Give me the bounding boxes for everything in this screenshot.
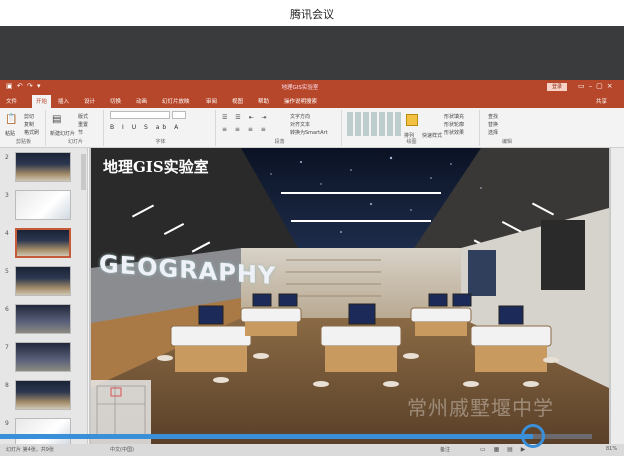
align-text-button[interactable]: 对齐文本 — [290, 121, 310, 128]
shape-effects-button[interactable]: 形状效果 — [444, 129, 464, 136]
shared-screen-powerpoint: ▣ ↶ ↷ ▾ 地理GIS实验室 登录 ▭–▢× 共享 文件 开始 插入 设计 切换 动画… — [0, 80, 624, 456]
current-slide[interactable]: GEOGRAPHY 地理GIS实验室 常州戚墅堰中学 — [91, 148, 609, 444]
tab-1[interactable]: 开始 — [32, 95, 52, 108]
font-size-input[interactable] — [172, 111, 186, 119]
notes-button[interactable]: 备注 — [440, 446, 450, 453]
playback-progress-fill — [0, 434, 533, 439]
slide-thumbnail[interactable] — [15, 266, 71, 296]
slide-thumbnail[interactable] — [15, 228, 71, 258]
slide-title[interactable]: 地理GIS实验室 — [103, 156, 209, 177]
shape-outline-button[interactable]: 形状轮廓 — [444, 121, 464, 128]
font-label: 字体 — [155, 139, 166, 145]
tab-2[interactable]: 插入 — [58, 97, 69, 105]
new-slide-button[interactable]: 新建幻灯片 — [50, 130, 75, 137]
slide-thumbnail[interactable] — [15, 380, 71, 410]
shapes-gallery[interactable] — [347, 112, 403, 136]
tencent-meeting-header: 腾讯会议 — [0, 0, 624, 26]
list-buttons[interactable]: ☰ ☰ ⇤ ⇥ — [222, 114, 270, 121]
find-button[interactable]: 查找 — [488, 113, 498, 120]
smartart-button[interactable]: 转换为SmartArt — [290, 129, 328, 136]
meeting-title: 腾讯会议 — [290, 8, 334, 21]
thumbnail-number: 2 — [5, 154, 9, 161]
drawing-label: 绘图 — [406, 139, 417, 145]
paragraph-label: 段落 — [274, 139, 285, 145]
clipboard-group: 📋 粘贴 剪切 复制 格式刷 剪贴板 — [2, 110, 46, 146]
editing-group: 查找 替换 选择 编辑 — [482, 110, 532, 146]
clipboard-label: 剪贴板 — [15, 139, 31, 145]
slides-label: 幻灯片 — [67, 139, 83, 145]
slide-thumbnail[interactable] — [15, 152, 71, 182]
thumbnail-number: 8 — [5, 382, 9, 389]
format-painter-button[interactable]: 格式刷 — [24, 129, 39, 136]
copy-button[interactable]: 复制 — [24, 121, 34, 128]
share-button[interactable]: 共享 — [596, 97, 607, 105]
thumbnail-number: 4 — [5, 230, 9, 237]
slide-watermark: 常州戚墅堰中学 — [407, 396, 554, 420]
quick-access-toolbar[interactable]: ▣ ↶ ↷ ▾ — [6, 82, 42, 90]
tab-4[interactable]: 切换 — [110, 97, 121, 105]
font-format-buttons[interactable]: B I U S ab A — [110, 124, 181, 131]
thumbnail-number: 9 — [5, 420, 9, 427]
slide-editing-area: GEOGRAPHY 地理GIS实验室 常州戚墅堰中学 — [89, 148, 624, 444]
playback-progress-knob[interactable] — [521, 424, 545, 448]
new-slide-icon[interactable]: ▤ — [52, 114, 61, 125]
tab-7[interactable]: 审阅 — [206, 97, 217, 105]
slide-thumbnail[interactable] — [15, 342, 71, 372]
ribbon-tabs: 共享 文件 开始 插入 设计 切换 动画 幻灯片放映 审阅 视图 帮助 操作说明搜索 — [0, 94, 624, 108]
tab-6[interactable]: 幻灯片放映 — [162, 97, 190, 105]
replace-button[interactable]: 替换 — [488, 121, 498, 128]
zoom-level[interactable]: 81% — [606, 446, 617, 452]
slide-vertical-scrollbar[interactable] — [611, 148, 624, 444]
reset-button[interactable]: 重置 — [78, 121, 88, 128]
slide-thumbnail[interactable] — [15, 304, 71, 334]
tab-10[interactable]: 操作说明搜索 — [284, 97, 317, 105]
slide-count-status: 幻灯片 第4张，共9张 — [6, 447, 54, 453]
paste-button[interactable]: 粘贴 — [5, 130, 15, 137]
tab-3[interactable]: 设计 — [84, 97, 95, 105]
thumbnail-number: 5 — [5, 268, 9, 275]
editing-label: 编辑 — [501, 139, 512, 145]
shape-fill-button[interactable]: 形状填充 — [444, 113, 464, 120]
ppt-titlebar: ▣ ↶ ↷ ▾ 地理GIS实验室 登录 ▭–▢× — [0, 80, 624, 94]
font-name-input[interactable] — [110, 111, 170, 119]
thumbnail-number: 7 — [5, 344, 9, 351]
text-direction-button[interactable]: 文字方向 — [290, 113, 310, 120]
layout-button[interactable]: 版式 — [78, 113, 88, 120]
screenshot-root: 腾讯会议 ▣ ↶ ↷ ▾ 地理GIS实验室 登录 ▭–▢× 共享 文件 开始 插入 设… — [0, 0, 624, 456]
slides-group: ▤ 新建幻灯片 版式 重置 节 幻灯片 — [48, 110, 104, 146]
tab-8[interactable]: 视图 — [232, 97, 243, 105]
paragraph-group: ☰ ☰ ⇤ ⇥ ≡ ≡ ≡ ≡ 文字方向 对齐文本 转换为SmartArt 段落 — [218, 110, 342, 146]
cut-button[interactable]: 剪切 — [24, 113, 34, 120]
section-button[interactable]: 节 — [78, 129, 83, 136]
align-buttons[interactable]: ≡ ≡ ≡ ≡ — [222, 126, 269, 133]
login-button[interactable]: 登录 — [547, 83, 567, 91]
paste-icon[interactable]: 📋 — [5, 114, 17, 125]
thumbnail-number: 6 — [5, 306, 9, 313]
language-status[interactable]: 中文(中国) — [110, 446, 134, 453]
thumbnails-scrollbar[interactable] — [81, 154, 86, 190]
tab-5[interactable]: 动画 — [136, 97, 147, 105]
window-controls[interactable]: ▭–▢× — [578, 82, 617, 90]
slide-thumbnail[interactable] — [15, 190, 71, 220]
tab-9[interactable]: 帮助 — [258, 97, 269, 105]
select-button[interactable]: 选择 — [488, 129, 498, 136]
meeting-toolbar-area — [0, 26, 624, 80]
arrange-icon[interactable] — [406, 114, 418, 126]
view-buttons[interactable]: ▭ ▦ ▤ ▶ — [480, 446, 528, 453]
ppt-window-title: 地理GIS实验室 — [281, 85, 319, 91]
thumbnail-number: 3 — [5, 192, 9, 199]
slide-thumbnail[interactable] — [15, 418, 71, 444]
slide-thumbnails-pane[interactable]: 2 3 4 5 6 7 8 9 — [0, 148, 88, 444]
tab-0[interactable]: 文件 — [6, 97, 17, 105]
ribbon: 📋 粘贴 剪切 复制 格式刷 剪贴板 ▤ 新建幻灯片 版式 重置 节 幻灯片 字… — [0, 108, 624, 148]
